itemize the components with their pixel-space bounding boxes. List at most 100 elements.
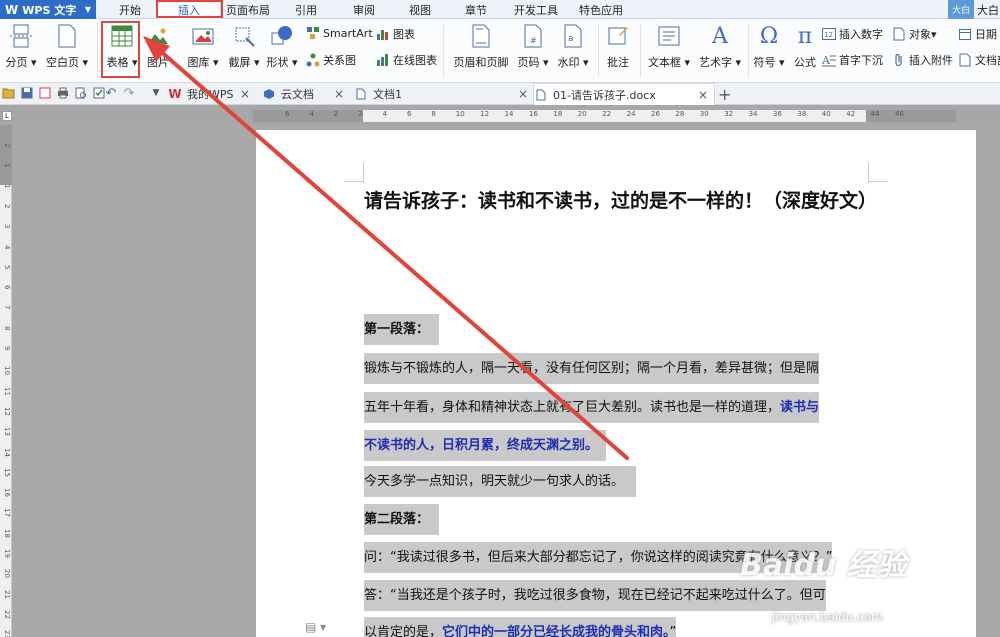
formula-label: 公式	[794, 56, 816, 69]
undo-icon[interactable]: ↶	[104, 86, 118, 101]
doc-parts-button[interactable]: 文档部	[958, 52, 1000, 68]
drop-cap-button[interactable]: A 首字下沉	[822, 52, 883, 68]
ruler-number: 38	[797, 110, 807, 118]
document-title[interactable]: 请告诉孩子：读书和不读书，过的是不一样的！（深度好文）	[364, 183, 877, 220]
user-avatar[interactable]: 大白	[948, 0, 974, 19]
gallery-button[interactable]: 图库 ▾	[183, 19, 223, 70]
doc-tab-active[interactable]: 01-请告诉孩子.docx ×	[533, 83, 715, 105]
tab-developer[interactable]: 开发工具	[506, 0, 566, 19]
ruler-number: 12	[3, 406, 11, 416]
user-name[interactable]: 大白	[977, 0, 999, 19]
wps-logo-icon: W	[168, 87, 182, 101]
open-folder-icon[interactable]	[2, 86, 16, 100]
insert-number-button[interactable]: 12 插入数字	[822, 26, 883, 42]
ruler-number: 17	[3, 508, 11, 518]
doc-tab-cloud-docs[interactable]: 云文档 ×	[262, 83, 350, 105]
app-name: WPS 文字	[22, 3, 77, 17]
close-icon[interactable]: ×	[334, 87, 344, 101]
text-line[interactable]: 今天多学一点知识，明天就少一句求人的话。	[364, 466, 637, 497]
ruler-number: 18	[3, 528, 11, 538]
insert-ribbon: 分页 ▾ 空白页 ▾ 表格 ▾ 图片 图库 ▾ 截屏 ▾ 形状 ▾ SmartA…	[0, 19, 1000, 83]
symbol-button[interactable]: Ω 符号 ▾	[751, 19, 787, 70]
formula-button[interactable]: π 公式	[790, 19, 820, 70]
close-icon[interactable]: ×	[698, 88, 708, 102]
shapes-button[interactable]: 形状 ▾	[265, 19, 299, 70]
ruler-number: 42	[846, 110, 856, 118]
ruler-number: 32	[724, 110, 734, 118]
ruler-number: 8	[431, 110, 436, 118]
smartart-button[interactable]: SmartArt	[306, 26, 373, 40]
doc-tab-label: 我的WPS	[187, 88, 234, 101]
chart-icon	[376, 27, 390, 41]
redo-icon[interactable]: ↷	[122, 86, 136, 101]
tab-home[interactable]: 开始	[105, 0, 155, 19]
tab-view[interactable]: 视图	[394, 0, 446, 19]
doc-tab-my-wps[interactable]: W 我的WPS ×	[168, 83, 256, 105]
wordart-button[interactable]: A 艺术字 ▾	[696, 19, 744, 70]
object-button[interactable]: 对象 ▾	[892, 26, 937, 42]
ruler-number: 44	[870, 110, 880, 118]
textbox-button[interactable]: 文本框 ▾	[644, 19, 694, 70]
tab-features[interactable]: 特色应用	[570, 0, 632, 19]
watermark-url: jingyan.baidu.com	[772, 610, 883, 624]
vertical-ruler[interactable]: 2 1 1 2 3 4 5 6 7 8 9 10 11 12 13 14 15 16 17 18 19 20 21 22 23	[0, 125, 12, 637]
text-line[interactable]: 锻炼与不锻炼的人，隔一天看，没有任何区别；隔一个月看，差异甚微；但是隔	[364, 353, 820, 384]
text-line[interactable]: 五年十年看，身体和精神状态上就有了巨大差别。读书也是一样的道理，读书与	[364, 392, 820, 423]
chevron-down-icon: ▼	[84, 5, 91, 14]
text-line[interactable]: 以肯定的是，它们中的一部分已经长成我的骨头和肉。”	[364, 617, 677, 637]
insert-attachment-button[interactable]: 插入附件	[892, 52, 953, 68]
page-number-icon: #	[520, 23, 546, 49]
ruler-number: 19	[3, 549, 11, 558]
app-menu-button[interactable]: W WPS 文字 ▼	[0, 0, 96, 19]
chart-button[interactable]: 图表	[376, 26, 415, 42]
online-chart-button[interactable]: 在线图表	[376, 52, 437, 68]
screenshot-icon	[231, 23, 257, 49]
ruler-number: 1	[3, 163, 11, 168]
paragraph-heading[interactable]: 第一段落：	[364, 314, 440, 345]
print-preview-icon[interactable]	[74, 86, 88, 100]
export-pdf-icon[interactable]	[38, 86, 52, 100]
insert-table-button[interactable]: 表格 ▾	[104, 19, 140, 70]
close-icon[interactable]: ×	[518, 87, 528, 101]
print-icon[interactable]	[56, 86, 70, 100]
ruler-number: 3	[3, 224, 11, 229]
tab-stop-selector[interactable]: L	[2, 111, 12, 121]
tab-references[interactable]: 引用	[280, 0, 332, 19]
gallery-label: 图库	[187, 56, 210, 69]
page-number-button[interactable]: # 页码 ▾	[514, 19, 552, 70]
blank-page-button[interactable]: 空白页 ▾	[44, 19, 90, 70]
table-icon	[109, 23, 135, 49]
ruler-margin-top	[0, 125, 12, 185]
save-icon[interactable]	[20, 86, 34, 100]
screenshot-button[interactable]: 截屏 ▾	[224, 19, 264, 70]
tab-review[interactable]: 审阅	[338, 0, 390, 19]
customize-toolbar-icon[interactable]: ▼	[149, 86, 163, 100]
paragraph-heading-text: 第二段落：	[364, 504, 440, 535]
close-icon[interactable]: ×	[240, 87, 250, 101]
tab-chapter[interactable]: 章节	[450, 0, 502, 19]
tab-insert[interactable]: 插入	[157, 0, 221, 19]
relation-chart-button[interactable]: 关系图	[306, 52, 356, 68]
doc-tab-document1[interactable]: 文档1 ×	[354, 83, 534, 105]
tab-page-layout[interactable]: 页面布局	[221, 0, 275, 19]
textbox-label: 文本框	[647, 56, 681, 69]
paragraph-heading[interactable]: 第二段落：	[364, 504, 440, 535]
ruler-number: 24	[626, 110, 636, 118]
page-view-icon[interactable]: ▤ ▾	[305, 620, 326, 634]
ruler-number: 1	[3, 183, 11, 189]
ruler-number: 2	[3, 143, 11, 148]
header-footer-button[interactable]: 页眉和页脚	[450, 19, 512, 70]
text-line[interactable]: 答：“当我还是个孩子时，我吃过很多食物，现在已经记不起来吃过什么了。但可	[364, 580, 826, 611]
text-line[interactable]: 不读书的人，日积月累，终成天渊之别。	[364, 430, 607, 461]
horizontal-ruler[interactable]: 6 4 2 2 4 6 8 10 12 14 16 18 20 22 24 26 28 30 32 34 36 38 40 4…	[253, 110, 956, 122]
insert-picture-button[interactable]: 图片	[143, 19, 173, 70]
comment-button[interactable]: 批注	[602, 19, 634, 70]
ruler-number: 14	[504, 110, 514, 118]
online-chart-label: 在线图表	[393, 54, 437, 67]
ruler-number: 6	[285, 110, 290, 118]
doc-parts-label: 文档部	[975, 54, 1000, 67]
page-break-button[interactable]: 分页 ▾	[4, 19, 38, 70]
new-tab-plus-icon[interactable]: +	[718, 85, 731, 104]
watermark-button[interactable]: a 水印 ▾	[554, 19, 592, 70]
date-button[interactable]: 日期	[958, 26, 997, 42]
